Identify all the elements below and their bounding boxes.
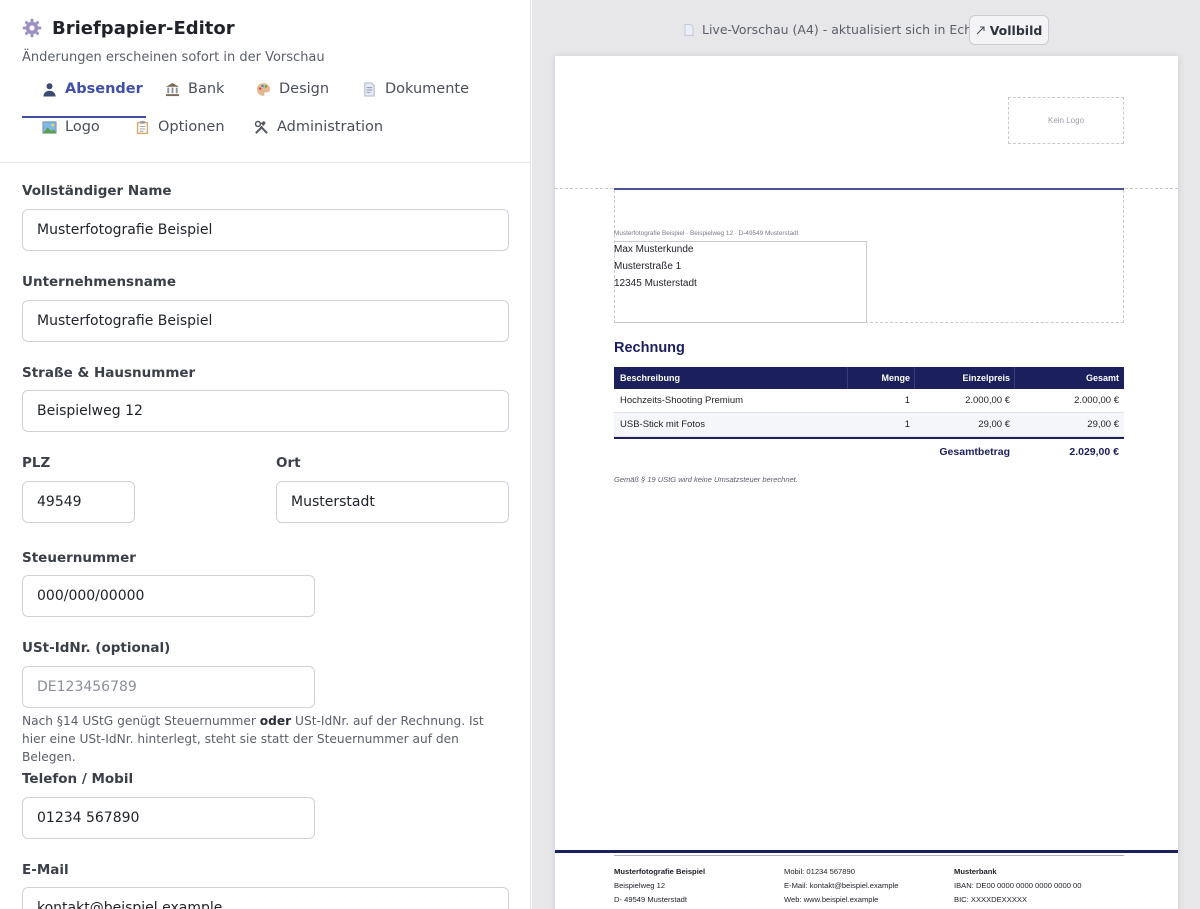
taxno-label: Steuernummer xyxy=(22,550,136,566)
total-value: 2.029,00 € xyxy=(1069,446,1119,458)
tab-logo[interactable]: Logo xyxy=(42,113,100,141)
zip-input[interactable] xyxy=(22,481,135,523)
sender-return-line: Musterfotografie Beispiel · Beispielweg … xyxy=(614,230,799,237)
preview-status: Live-Vorschau (A4) - aktualisiert sich i… xyxy=(684,22,1000,37)
tab-optionen[interactable]: Optionen xyxy=(135,113,225,141)
name-label: Vollständiger Name xyxy=(22,183,172,199)
city-input[interactable] xyxy=(276,481,509,523)
email-label: E-Mail xyxy=(22,862,69,878)
zip-label: PLZ xyxy=(22,455,51,471)
total-label: Gesamtbetrag xyxy=(939,446,1010,458)
table-row: USB-Stick mit Fotos 1 29,00 € 29,00 € xyxy=(614,413,1124,437)
invoice-table: Beschreibung Menge Einzelpreis Gesamt Ho… xyxy=(614,367,1124,465)
tax-note: Gemäß § 19 UStG wird keine Umsatzsteuer … xyxy=(614,475,798,484)
footer-contact: Mobil: 01234 567890 E-Mail: kontakt@beis… xyxy=(784,867,899,904)
col-quantity: Menge xyxy=(881,373,910,383)
vatid-label: USt-IdNr. (optional) xyxy=(22,640,171,656)
tab-bar: Absender Bank Design Dokumente Logo Opti… xyxy=(0,81,530,163)
gear-icon xyxy=(22,18,42,38)
col-description: Beschreibung xyxy=(620,373,681,383)
preview-panel: Live-Vorschau (A4) - aktualisiert sich i… xyxy=(532,0,1200,909)
a4-page: Kein Logo Musterfotografie Beispiel · Be… xyxy=(555,56,1178,909)
vatid-hint: Nach §14 UStG genügt Steuernummer oder U… xyxy=(22,714,484,764)
company-input[interactable] xyxy=(22,300,509,342)
tools-icon xyxy=(254,120,268,134)
city-label: Ort xyxy=(276,455,301,471)
street-label: Straße & Hausnummer xyxy=(22,365,196,381)
tab-administration[interactable]: Administration xyxy=(254,113,383,141)
tab-design[interactable]: Design xyxy=(256,75,329,103)
tab-bank[interactable]: Bank xyxy=(165,75,224,103)
footer-address: Musterfotografie Beispiel Beispielweg 12… xyxy=(614,867,706,904)
recipient-city: 12345 Musterstadt xyxy=(614,278,697,289)
tab-dokumente[interactable]: Dokumente xyxy=(362,75,469,103)
table-row: Hochzeits-Shooting Premium 1 2.000,00 € … xyxy=(614,389,1124,413)
phone-input[interactable] xyxy=(22,797,315,839)
recipient-name: Max Musterkunde xyxy=(614,244,694,255)
document-title: Rechnung xyxy=(614,340,685,356)
editor-title: Briefpapier-Editor xyxy=(52,17,235,39)
table-total-row: Gesamtbetrag 2.029,00 € xyxy=(614,437,1124,465)
taxno-input[interactable] xyxy=(22,575,315,617)
user-icon xyxy=(43,82,56,97)
fullscreen-button[interactable]: Vollbild xyxy=(969,15,1049,45)
recipient-street: Musterstraße 1 xyxy=(614,261,682,272)
company-label: Unternehmensname xyxy=(22,274,177,290)
editor-panel: Briefpapier-Editor Änderungen erscheinen… xyxy=(0,0,531,909)
col-unit-price: Einzelpreis xyxy=(962,373,1010,383)
image-icon xyxy=(42,120,57,134)
expand-arrow-icon xyxy=(976,25,985,34)
preview-toolbar: Live-Vorschau (A4) - aktualisiert sich i… xyxy=(532,15,1200,45)
bank-icon xyxy=(165,82,180,96)
document-icon xyxy=(364,81,375,97)
footer-bar xyxy=(555,850,1178,853)
footer-divider xyxy=(614,855,1124,856)
table-header: Beschreibung Menge Einzelpreis Gesamt xyxy=(614,367,1124,389)
phone-label: Telefon / Mobil xyxy=(22,771,134,787)
col-total: Gesamt xyxy=(1085,373,1119,383)
editor-header: Briefpapier-Editor xyxy=(22,16,508,40)
palette-icon xyxy=(256,82,271,96)
street-input[interactable] xyxy=(22,390,509,432)
document-icon xyxy=(684,23,694,36)
vatid-input[interactable] xyxy=(22,666,315,708)
editor-subtitle: Änderungen erscheinen sofort in der Vors… xyxy=(22,50,325,65)
footer-bank: Musterbank IBAN: DE00 0000 0000 0000 000… xyxy=(954,867,1082,904)
tab-absender[interactable]: Absender xyxy=(42,75,143,103)
name-input[interactable] xyxy=(22,209,509,251)
logo-placeholder[interactable]: Kein Logo xyxy=(1008,97,1124,144)
clipboard-icon xyxy=(136,120,149,134)
email-input[interactable] xyxy=(22,887,509,909)
